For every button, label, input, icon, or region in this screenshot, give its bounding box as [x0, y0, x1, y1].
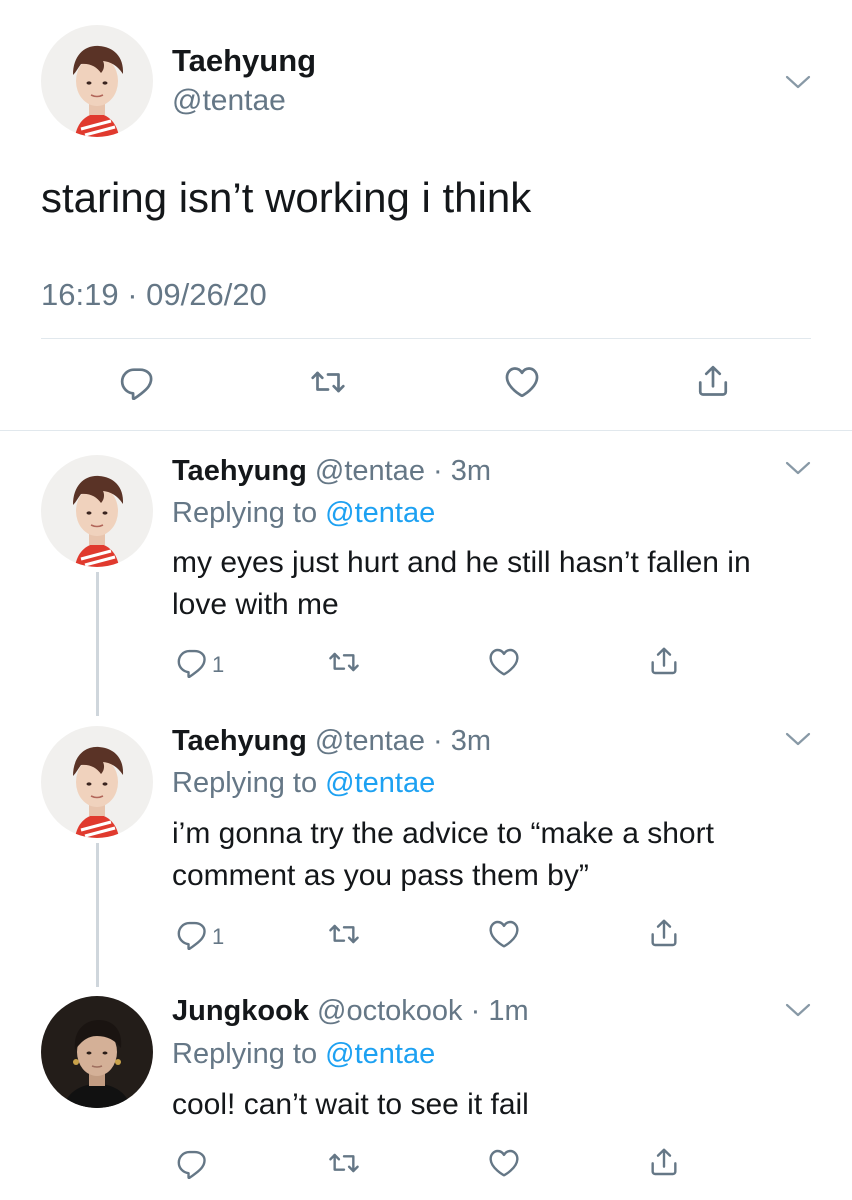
chevron-down-icon[interactable] — [785, 74, 811, 90]
like-icon[interactable] — [487, 1147, 521, 1179]
replying-to: Replying to @tentae — [172, 1038, 435, 1071]
avatar[interactable] — [41, 996, 153, 1108]
reply-icon[interactable] — [176, 646, 208, 678]
author-name[interactable]: Jungkook — [172, 995, 309, 1027]
author-name[interactable]: Taehyung — [172, 43, 316, 79]
mention-link[interactable]: @tentae — [325, 1038, 435, 1070]
author-handle[interactable]: @tentae — [172, 84, 286, 118]
handle-time: @tentae · 3m — [314, 455, 491, 487]
tweet-timestamp: 16:19 · 09/26/20 — [41, 277, 267, 312]
divider — [41, 338, 811, 339]
author-name[interactable]: Taehyung — [172, 455, 307, 487]
like-icon[interactable] — [503, 364, 541, 400]
avatar[interactable] — [41, 455, 153, 567]
replying-label: Replying to — [172, 767, 318, 799]
retweet-icon[interactable] — [327, 646, 361, 678]
share-icon[interactable] — [648, 916, 680, 950]
reply-icon[interactable] — [176, 1147, 208, 1179]
like-icon[interactable] — [487, 918, 521, 950]
retweet-icon[interactable] — [327, 918, 361, 950]
replying-label: Replying to — [172, 497, 318, 529]
reply-count: 1 — [212, 924, 225, 949]
thread-line — [96, 843, 99, 987]
like-icon[interactable] — [487, 646, 521, 678]
chevron-down-icon[interactable] — [785, 460, 811, 476]
handle-time: @tentae · 3m — [314, 725, 491, 757]
retweet-icon[interactable] — [327, 1147, 361, 1179]
avatar[interactable] — [41, 25, 153, 137]
reply-icon[interactable] — [119, 364, 155, 400]
reply-header: Jungkook @octokook · 1m — [172, 995, 529, 1028]
reply-text: my eyes just hurt and he still hasn’t fa… — [172, 546, 751, 621]
replying-label: Replying to — [172, 1038, 318, 1070]
tweet-text: staring isn’t working i think — [41, 174, 532, 221]
share-icon[interactable] — [648, 644, 680, 678]
author-name[interactable]: Taehyung — [172, 725, 307, 757]
retweet-icon[interactable] — [309, 364, 347, 400]
handle-time: @octokook · 1m — [317, 995, 529, 1027]
divider — [0, 430, 852, 431]
chevron-down-icon[interactable] — [785, 1002, 811, 1018]
reply-count: 1 — [212, 652, 225, 677]
reply-header: Taehyung @tentae · 3m — [172, 725, 491, 758]
mention-link[interactable]: @tentae — [325, 767, 435, 799]
reply-header: Taehyung @tentae · 3m — [172, 455, 491, 488]
share-icon[interactable] — [695, 362, 731, 400]
share-icon[interactable] — [648, 1145, 680, 1179]
chevron-down-icon[interactable] — [785, 731, 811, 747]
mention-link[interactable]: @tentae — [325, 497, 435, 529]
thread-line — [96, 572, 99, 716]
reply-text: i’m gonna try the advice to “make a shor… — [172, 817, 714, 892]
reply-icon[interactable] — [176, 918, 208, 950]
replying-to: Replying to @tentae — [172, 767, 435, 800]
replying-to: Replying to @tentae — [172, 497, 435, 530]
reply-text: cool! can’t wait to see it fail — [172, 1088, 529, 1121]
avatar[interactable] — [41, 726, 153, 838]
